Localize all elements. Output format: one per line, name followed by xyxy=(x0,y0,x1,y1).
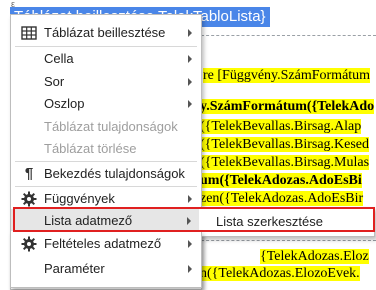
submenu-arrow-icon xyxy=(188,100,192,108)
doc-line[interactable]: ({TelekBevallas.Birsag.Mulas xyxy=(200,155,370,171)
doc-line-text: n({TelekAdozas.ElozoEvek. xyxy=(200,266,360,281)
menu-item-delete-table: Táblázat törlése xyxy=(11,137,201,160)
submenu: Lista szerkesztése xyxy=(197,207,375,237)
menu-item-label: Cella xyxy=(44,51,74,66)
menu-item-list-field[interactable]: Lista adatmező xyxy=(10,209,200,232)
submenu-arrow-icon xyxy=(187,217,191,225)
menu-item-cell[interactable]: Cella xyxy=(11,47,201,70)
doc-line[interactable]: um({TelekAdozas.AdoEsBi xyxy=(200,173,362,189)
menu-item-column[interactable]: Oszlop xyxy=(11,92,201,115)
pilcrow-icon: ¶ xyxy=(24,165,34,182)
submenu-arrow-icon xyxy=(188,265,192,273)
doc-line[interactable]: ({TelekBevallas.Birsag.Kesed xyxy=(200,137,370,153)
menu-item-label: Táblázat tulajdonságok xyxy=(44,119,178,134)
doc-line[interactable]: zen({TelekAdozas.AdoEsBir xyxy=(200,191,364,207)
menu-item-row[interactable]: Sor xyxy=(11,70,201,93)
submenu-arrow-icon xyxy=(188,240,192,248)
doc-line[interactable]: ({TelekBevallas.Birsag.Alap xyxy=(200,119,362,135)
doc-line-text: zen({TelekAdozas.AdoEsBir xyxy=(200,191,364,206)
doc-line-text: ({TelekBevallas.Birsag.Alap xyxy=(200,119,362,134)
gear-icon xyxy=(21,191,37,207)
doc-line-text: um({TelekAdozas.AdoEsBi xyxy=(200,173,362,188)
menu-item-insert-table[interactable]: Táblázat beillesztése xyxy=(11,21,201,44)
gear-icon xyxy=(21,236,37,252)
menu-item-label: Bekezdés tulajdonságok xyxy=(44,166,185,181)
doc-line-text: ({TelekBevallas.Birsag.Mulas xyxy=(200,155,370,170)
submenu-arrow-icon xyxy=(188,78,192,86)
doc-line[interactable]: {TelekAdozas.Eloz xyxy=(260,249,369,265)
menu-item-label: Táblázat törlése xyxy=(44,141,137,156)
doc-line-text: {TelekAdozas.Eloz xyxy=(260,249,369,264)
submenu-arrow-icon xyxy=(188,29,192,37)
dashed-separator xyxy=(196,240,376,241)
menu-item-label: Táblázat beillesztése xyxy=(44,25,166,40)
menu-item-parameter[interactable]: Paraméter xyxy=(11,257,201,280)
doc-line[interactable]: y.SzámFormátum({TelekAdo xyxy=(200,99,375,115)
menu-item-label: Paraméter xyxy=(44,261,105,276)
menu-item-label: Oszlop xyxy=(44,96,85,111)
menu-item-functions[interactable]: Függvények xyxy=(11,187,201,210)
submenu-item-label: Lista szerkesztése xyxy=(216,214,323,229)
doc-line-text: y.SzámFormátum({TelekAdo xyxy=(200,99,375,114)
menu-item-label: Függvények xyxy=(44,191,115,206)
doc-line-text: ({TelekBevallas.Birsag.Kesed xyxy=(200,137,370,152)
menu-item-label: Lista adatmező xyxy=(44,213,133,228)
context-menu-bottom: Feltételes adatmező Paraméter xyxy=(10,231,202,288)
table-grid-icon xyxy=(21,25,37,41)
menu-item-label: Sor xyxy=(44,74,65,89)
doc-line[interactable]: re [Függvény.SzámFormátum xyxy=(203,68,371,84)
doc-line[interactable]: n({TelekAdozas.ElozoEvek. xyxy=(200,266,360,282)
doc-line-text: re [Függvény.SzámFormátum xyxy=(203,68,371,83)
dashed-separator xyxy=(196,35,376,36)
submenu-item-edit-list[interactable]: Lista szerkesztése xyxy=(198,210,374,233)
menu-item-conditional-field[interactable]: Feltételes adatmező xyxy=(11,232,201,255)
menu-item-paragraph-properties[interactable]: ¶ Bekezdés tulajdonságok xyxy=(11,162,201,185)
menu-item-label: Feltételes adatmező xyxy=(44,236,162,251)
menu-item-list-field-container: Lista adatmező xyxy=(10,209,200,231)
submenu-arrow-icon xyxy=(188,55,192,63)
submenu-arrow-icon xyxy=(188,195,192,203)
menu-item-table-properties: Táblázat tulajdonságok xyxy=(11,115,201,138)
